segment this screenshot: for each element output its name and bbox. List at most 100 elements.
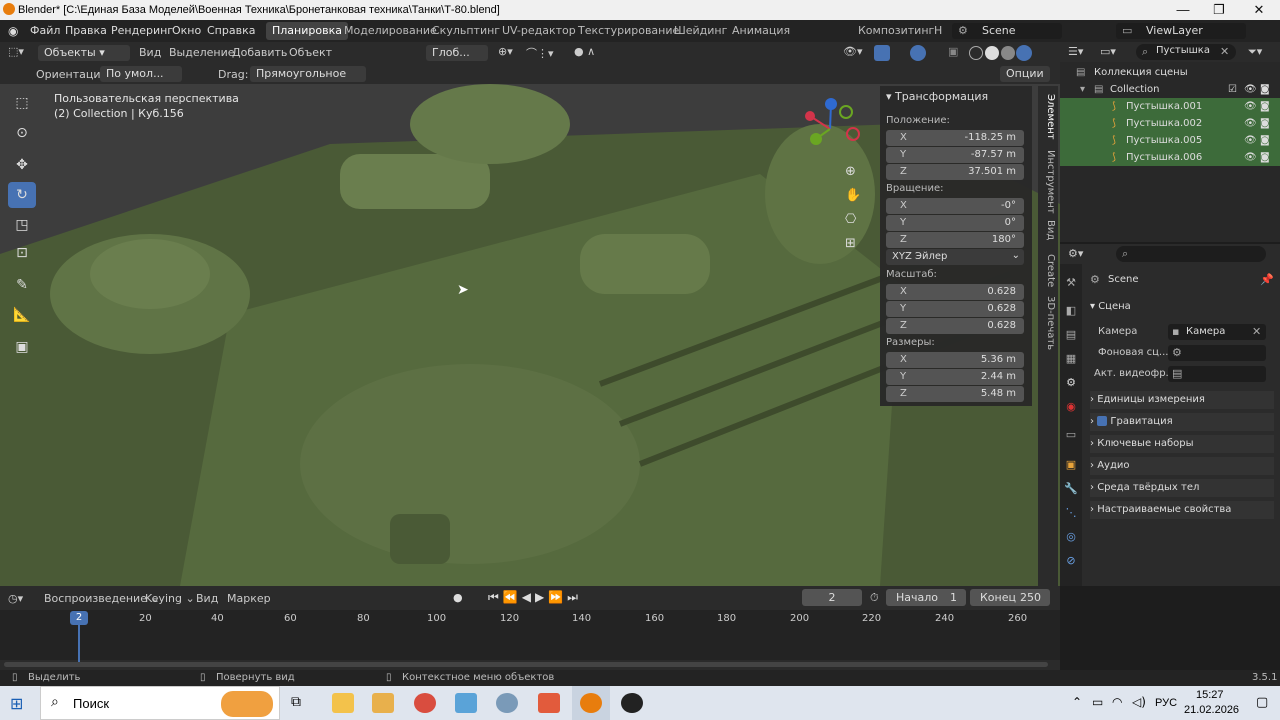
rendered-shading-icon[interactable] (1016, 45, 1032, 61)
transform-orientation-select[interactable]: Глоб... (426, 45, 488, 61)
tab-item[interactable]: Элемент (1040, 94, 1056, 140)
menu-view[interactable]: Вид (139, 46, 161, 59)
taskbar-search-input[interactable]: ⌕ Поиск (40, 686, 280, 720)
dimensions-y-field[interactable]: Y 2.44 m (886, 369, 1024, 385)
menu-edit[interactable]: Правка (65, 24, 107, 37)
camera-render-icon[interactable]: ◙ (1260, 81, 1270, 98)
clear-camera-icon[interactable]: ✕ (1252, 325, 1261, 338)
properties-search-input[interactable]: ⌕ (1116, 246, 1266, 262)
menu-add[interactable]: Добавить (232, 46, 287, 59)
windows-start-icon[interactable]: ⊞ (10, 694, 23, 713)
end-frame-field[interactable]: Конец 250 (970, 589, 1050, 606)
tab-animation[interactable]: Анимация (726, 22, 796, 40)
maximize-button[interactable]: ❐ (1200, 0, 1238, 20)
expand-arrow-icon[interactable]: ▾ (1080, 81, 1085, 98)
physics-tab-icon[interactable]: ◎ (1064, 530, 1078, 544)
render-tab-icon[interactable]: ◧ (1064, 304, 1078, 318)
select-box-tool-icon[interactable]: ⬚ (8, 90, 36, 116)
cube-app-icon[interactable] (455, 693, 477, 713)
blender-menu-icon[interactable]: ◉ (8, 24, 22, 38)
wireframe-shading-icon[interactable] (969, 46, 983, 60)
eye-icon[interactable]: 👁 (1244, 81, 1257, 98)
transform-panel-title[interactable]: ▾ Трансформация (886, 90, 988, 103)
tab-3d-print[interactable]: 3D-печать (1040, 296, 1056, 350)
eye-icon[interactable]: 👁 (1244, 98, 1257, 115)
constraints-tab-icon[interactable]: ⊘ (1064, 554, 1078, 568)
particles-tab-icon[interactable]: ⋱ (1064, 506, 1078, 520)
gizmo-x-icon[interactable] (805, 111, 815, 121)
checkbox-icon[interactable]: ☑ (1228, 81, 1237, 98)
recorder-icon[interactable] (621, 693, 643, 713)
eye-icon[interactable]: 👁 (1244, 149, 1257, 166)
current-frame-field[interactable]: 2 (802, 589, 862, 606)
rotate-tool-icon[interactable]: ↻ (8, 182, 36, 208)
annotate-tool-icon[interactable]: ✎ (8, 272, 36, 298)
tab-uv-editing[interactable]: UV-редактор (496, 22, 582, 40)
timeline-editor-icon[interactable]: ◷▾ (8, 592, 23, 605)
active-clip-field[interactable]: ▤ (1168, 366, 1266, 382)
background-scene-field[interactable]: ⚙ (1168, 345, 1266, 361)
camera-render-icon[interactable]: ◙ (1260, 149, 1270, 166)
app-icon[interactable] (496, 693, 518, 713)
outliner-search-input[interactable]: ⌕ Пустышка ✕ (1136, 44, 1236, 60)
gizmo-toggle-icon[interactable] (874, 45, 890, 61)
minimize-button[interactable]: — (1164, 0, 1202, 20)
file-explorer-icon[interactable] (332, 693, 354, 713)
record-icon[interactable]: ● (453, 591, 463, 604)
dimensions-z-field[interactable]: Z 5.48 m (886, 386, 1024, 402)
scene-tab-icon[interactable]: ⚙ (1064, 376, 1078, 390)
blender-taskbar-icon[interactable] (580, 693, 602, 713)
editor-type-icon[interactable]: ⬚▾ (8, 45, 24, 58)
menu-select[interactable]: Выделение (169, 46, 235, 59)
panel-gravity[interactable]: › Гравитация (1090, 413, 1274, 431)
timeline-view-menu[interactable]: Вид (196, 592, 218, 605)
grid-toggle-icon[interactable]: ⊞ (845, 236, 856, 251)
proportional-edit-icon[interactable]: ● ∧ (574, 45, 595, 58)
collection-row[interactable]: ▾ ▤ Collection ☑ 👁 ◙ (1060, 81, 1280, 98)
clock-date[interactable]: 21.02.2026 (1184, 704, 1239, 716)
close-button[interactable]: ✕ (1240, 0, 1278, 20)
playback-menu[interactable]: Воспроизведение ⌄ (44, 592, 160, 605)
menu-file[interactable]: Файл (30, 24, 60, 37)
rotation-mode-select[interactable]: XYZ Эйлер ⌄ (886, 249, 1024, 265)
timeline-ruler[interactable] (0, 610, 1060, 660)
camera-view-icon[interactable]: ⎔ (845, 212, 856, 227)
mode-select[interactable]: Объекты ▾ (38, 45, 130, 61)
measure-tool-icon[interactable]: 📐 (8, 302, 36, 328)
task-view-icon[interactable]: ⧉ (291, 694, 301, 710)
gravity-checkbox[interactable] (1097, 416, 1108, 426)
scale-x-field[interactable]: X 0.628 (886, 284, 1024, 300)
playhead-frame[interactable]: 2 (70, 611, 88, 625)
outliner-item[interactable]: ⟆ Пустышка.002 👁 ◙ (1060, 115, 1280, 132)
menu-window[interactable]: Окно (172, 24, 201, 37)
browser-icon[interactable] (414, 693, 436, 713)
rotation-x-field[interactable]: X -0° (886, 198, 1024, 214)
media-app-icon[interactable] (538, 693, 560, 713)
tab-create[interactable]: Create (1040, 254, 1056, 287)
rotation-z-field[interactable]: Z 180° (886, 232, 1024, 248)
dimensions-x-field[interactable]: X 5.36 m (886, 352, 1024, 368)
visibility-icon[interactable]: 👁▾ (843, 45, 863, 58)
outliner-item[interactable]: ⟆ Пустышка.006 👁 ◙ (1060, 149, 1280, 166)
clock-time[interactable]: 15:27 (1196, 689, 1224, 701)
properties-editor-icon[interactable]: ⚙▾ (1068, 247, 1083, 260)
pin-icon[interactable]: 📌 (1260, 273, 1274, 286)
outliner-item[interactable]: ⟆ Пустышка.001 👁 ◙ (1060, 98, 1280, 115)
playback-controls[interactable]: ⏮⏪◀▶⏩⏭ (488, 590, 582, 605)
scale-z-field[interactable]: Z 0.628 (886, 318, 1024, 334)
tab-layout[interactable]: Планировка (266, 22, 348, 40)
viewlayer-selector[interactable]: ▭ ViewLayer (1116, 23, 1246, 39)
output-tab-icon[interactable]: ▤ (1064, 328, 1078, 342)
rotation-y-field[interactable]: Y 0° (886, 215, 1024, 231)
panel-units[interactable]: › Единицы измерения (1090, 391, 1274, 409)
transform-tool-icon[interactable]: ⊡ (8, 240, 36, 266)
camera-render-icon[interactable]: ◙ (1260, 115, 1270, 132)
object-tab-icon[interactable]: ▣ (1064, 458, 1078, 472)
scene-section-header[interactable]: ▾ Сцена (1090, 298, 1274, 316)
scene-collection-row[interactable]: ▤ Коллекция сцены (1060, 64, 1280, 81)
clear-search-icon[interactable]: ✕ (1220, 45, 1229, 58)
pivot-icon[interactable]: ⊕▾ (498, 45, 513, 58)
gizmo-z-icon[interactable] (825, 98, 837, 110)
timeline-scrollbar[interactable] (4, 662, 1048, 667)
filter-icon[interactable]: ⏷▾ (1248, 45, 1262, 59)
